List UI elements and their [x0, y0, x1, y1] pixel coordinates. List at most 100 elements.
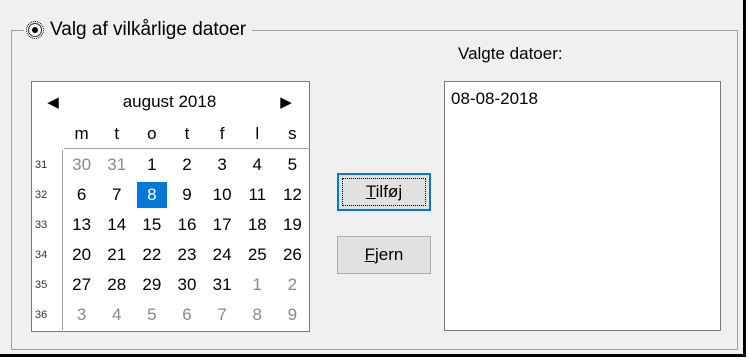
weekday-header: f	[219, 124, 225, 143]
calendar-day[interactable]: 5	[134, 300, 169, 330]
calendar-day-label: 3	[217, 155, 227, 174]
calendar-day-label: 22	[142, 245, 162, 264]
calendar-day[interactable]: 11	[240, 180, 275, 210]
selected-dates-listbox[interactable]: 08-08-2018	[444, 81, 721, 331]
calendar-day-label: 20	[72, 245, 92, 264]
add-button[interactable]: Tilføj	[337, 173, 431, 211]
calendar-day[interactable]: 7	[99, 180, 134, 210]
calendar-day-label: 30	[177, 275, 197, 294]
calendar-day[interactable]: 9	[275, 300, 310, 330]
calendar-day[interactable]: 19	[275, 210, 310, 240]
calendar-day[interactable]: 22	[134, 240, 169, 270]
calendar-day[interactable]: 2	[169, 150, 204, 180]
calendar-day[interactable]: 10	[205, 180, 240, 210]
week-number: 33	[35, 219, 48, 231]
calendar-day[interactable]: 14	[99, 210, 134, 240]
calendar-day-label: 23	[177, 245, 197, 264]
calendar-day-label: 9	[287, 305, 298, 324]
calendar-day-label: 18	[247, 215, 267, 234]
calendar-day-label: 14	[107, 215, 127, 234]
calendar-day[interactable]: 8	[240, 300, 275, 330]
calendar-day[interactable]: 6	[169, 300, 204, 330]
week-number: 32	[35, 189, 48, 201]
calendar-day-label: 10	[212, 185, 232, 204]
group-legend[interactable]: Valg af vilkårlige datoer	[24, 15, 253, 45]
calendar-day-label: 4	[111, 305, 122, 324]
calendar-day[interactable]: 24	[205, 240, 240, 270]
calendar-day[interactable]: 21	[99, 240, 134, 270]
calendar-day-label: 7	[217, 305, 227, 324]
calendar-day[interactable]: 2	[275, 270, 310, 300]
calendar-day-label: 5	[147, 305, 157, 324]
calendar-day[interactable]: 20	[64, 240, 99, 270]
calendar-day-label: 11	[248, 185, 267, 204]
calendar-day[interactable]: 4	[240, 150, 275, 180]
calendar-day-label: 2	[182, 155, 192, 174]
calendar-day[interactable]: 29	[134, 270, 169, 300]
calendar-day-label: 5	[287, 155, 298, 174]
calendar-day-label: 26	[282, 245, 302, 264]
calendar-day[interactable]: 26	[275, 240, 310, 270]
calendar-day[interactable]: 6	[64, 180, 99, 210]
calendar-day-label: 31	[107, 155, 127, 174]
calendar-day[interactable]: 3	[64, 300, 99, 330]
calendar-day-label: 1	[147, 155, 157, 174]
next-month-icon[interactable]: ▶	[273, 93, 299, 111]
calendar-day[interactable]: 13	[64, 210, 99, 240]
calendar-day[interactable]: 9	[169, 180, 204, 210]
weekday-header: t	[184, 124, 190, 143]
weekday-header: o	[147, 124, 157, 143]
weekday-header-row: mtotfls	[64, 124, 310, 149]
calendar-day[interactable]: 1	[240, 270, 275, 300]
group-title[interactable]: Valg af vilkårlige datoer	[50, 19, 246, 41]
calendar-day-label: 27	[72, 275, 92, 294]
calendar-day[interactable]: 23	[169, 240, 204, 270]
calendar-day-label: 4	[252, 155, 262, 174]
calendar-day-label: 24	[212, 245, 232, 264]
previous-month-icon[interactable]: ◀	[40, 93, 66, 111]
day-grid: 30 31 1 2 3 4 5 6 7 8 9 10 11 12 13 14 15 16 17 18 19 20 21 22 2…	[64, 150, 310, 330]
calendar-day[interactable]: 18	[240, 210, 275, 240]
calendar-day[interactable]: 5	[275, 150, 310, 180]
calendar-day-label: 16	[177, 215, 197, 234]
calendar-day-label: 8	[136, 182, 167, 208]
calendar-day[interactable]: 25	[240, 240, 275, 270]
calendar-day-label: 21	[107, 245, 127, 264]
week-number: 31	[35, 159, 48, 171]
calendar-day-selected[interactable]: 8	[134, 180, 169, 210]
calendar-day-label: 6	[76, 185, 87, 204]
selected-date-item[interactable]: 08-08-2018	[445, 82, 720, 109]
remove-button[interactable]: Fjern	[337, 236, 431, 274]
calendar-day-label: 7	[111, 185, 122, 204]
calendar-day[interactable]: 16	[169, 210, 204, 240]
calendar-day[interactable]: 28	[99, 270, 134, 300]
calendar-day[interactable]: 12	[275, 180, 310, 210]
calendar-day[interactable]: 15	[134, 210, 169, 240]
calendar-day[interactable]: 27	[64, 270, 99, 300]
calendar-day[interactable]: 7	[205, 300, 240, 330]
calendar-day[interactable]: 3	[205, 150, 240, 180]
calendar-day-label: 1	[252, 275, 262, 294]
calendar-day[interactable]: 31	[205, 270, 240, 300]
month-label[interactable]: august 2018	[123, 92, 217, 112]
calendar-day-label: 12	[282, 185, 302, 204]
week-number: 35	[35, 279, 48, 291]
dialog-panel: Valg af vilkårlige datoer ◀ august 2018 …	[0, 0, 746, 357]
weekday-header: s	[288, 124, 297, 143]
month-calendar[interactable]: ◀ august 2018 ▶ mtotfls 31 32 33 34 35 36 30 3…	[31, 81, 310, 332]
remove-button-label: Fjern	[364, 245, 404, 264]
calendar-day-label: 2	[287, 275, 298, 294]
calendar-day[interactable]: 31	[99, 150, 134, 180]
calendar-day[interactable]: 30	[169, 270, 204, 300]
calendar-day-label: 31	[212, 275, 232, 294]
weekday-header: l	[255, 124, 260, 143]
calendar-header: ◀ august 2018 ▶	[32, 82, 309, 122]
calendar-day[interactable]: 30	[64, 150, 99, 180]
arbitrary-dates-radio[interactable]	[26, 21, 44, 39]
calendar-day[interactable]: 17	[205, 210, 240, 240]
calendar-day[interactable]: 4	[99, 300, 134, 330]
calendar-day[interactable]: 1	[134, 150, 169, 180]
calendar-day-label: 19	[282, 215, 302, 234]
calendar-day-label: 9	[182, 185, 192, 204]
calendar-day-label: 29	[142, 275, 162, 294]
